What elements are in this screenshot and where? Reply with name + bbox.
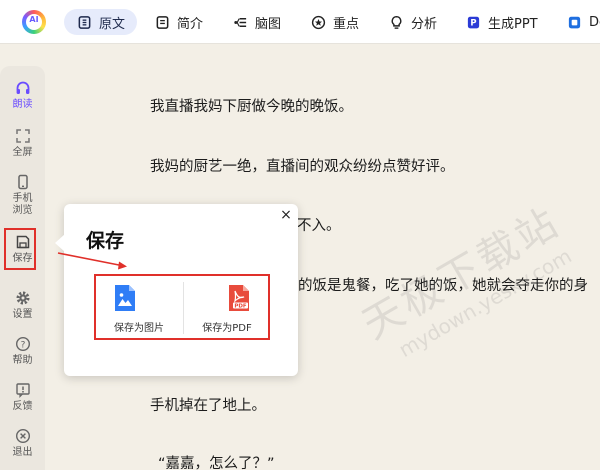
tab-analysis[interactable]: 分析 bbox=[388, 9, 437, 35]
paragraph: 不入。 bbox=[297, 218, 341, 234]
svg-text:PDF: PDF bbox=[234, 304, 247, 310]
tab-generate-ppt[interactable]: P 生成PPT bbox=[465, 9, 538, 35]
sidebar-label: 反馈 bbox=[12, 401, 33, 412]
fullscreen-icon bbox=[15, 128, 31, 144]
popup-title: 保存 bbox=[86, 230, 125, 252]
paragraph: 的饭是鬼餐，吃了她的饭，她就会夺走你的身 bbox=[298, 278, 588, 294]
tab-summary[interactable]: 简介 bbox=[154, 9, 203, 35]
option-label: 保存为图片 bbox=[114, 323, 164, 334]
tab-label: 脑图 bbox=[255, 16, 282, 32]
tab-label: 分析 bbox=[411, 16, 438, 32]
tab-label: 简介 bbox=[177, 16, 204, 32]
sidebar-label-line1: 手机 bbox=[12, 193, 33, 204]
svg-text:?: ? bbox=[20, 340, 25, 350]
sidebar-label: 设置 bbox=[12, 309, 33, 320]
paragraph: 我妈的厨艺一绝，直播间的观众纷纷点赞好评。 bbox=[150, 159, 455, 175]
tab-doc[interactable]: Do bbox=[566, 9, 600, 35]
star-icon bbox=[310, 14, 326, 30]
sidebar-item-fullscreen[interactable]: 全屏 bbox=[0, 128, 45, 159]
top-toolbar: AI 原文 简介 脑图 重点 分析 P 生成PPT Do bbox=[0, 0, 600, 44]
phone-icon bbox=[15, 174, 31, 190]
sidebar-item-phone-browse[interactable]: 手机 浏览 bbox=[0, 174, 45, 217]
image-file-icon bbox=[110, 283, 140, 313]
sidebar-label-line2: 浏览 bbox=[12, 205, 33, 216]
lightbulb-icon bbox=[388, 14, 404, 30]
doc-icon bbox=[566, 14, 582, 30]
help-icon: ? bbox=[15, 336, 31, 352]
tab-label: 重点 bbox=[333, 16, 360, 32]
watermark-line1: 天极下载站 bbox=[355, 198, 569, 349]
tab-keypoints[interactable]: 重点 bbox=[310, 9, 359, 35]
mindmap-icon bbox=[232, 14, 248, 30]
sidebar-label: 退出 bbox=[12, 447, 33, 458]
paragraph: 手机掉在了地上。 bbox=[150, 398, 266, 414]
headphones-icon bbox=[15, 80, 31, 96]
save-options: 保存为图片 PDF 保存为PDF bbox=[94, 274, 270, 340]
save-as-pdf-button[interactable]: PDF 保存为PDF bbox=[184, 276, 270, 338]
sidebar-label: 朗读 bbox=[12, 99, 33, 110]
tab-label: 原文 bbox=[99, 16, 126, 32]
tab-label: 生成PPT bbox=[488, 16, 538, 32]
save-highlight-box bbox=[4, 228, 36, 270]
ppt-icon: P bbox=[465, 14, 481, 30]
save-as-image-button[interactable]: 保存为图片 bbox=[96, 276, 182, 338]
logo-text: AI bbox=[29, 15, 39, 24]
paragraph: “嘉嘉，怎么了？” bbox=[158, 456, 275, 470]
sidebar-label: 帮助 bbox=[12, 355, 33, 366]
sidebar-item-feedback[interactable]: 反馈 bbox=[0, 382, 45, 413]
tab-label: Do bbox=[589, 14, 600, 30]
gear-icon bbox=[15, 290, 31, 306]
tab-mindmap[interactable]: 脑图 bbox=[232, 9, 281, 35]
close-button[interactable]: × bbox=[279, 208, 293, 222]
sidebar-item-exit[interactable]: 退出 bbox=[0, 428, 45, 459]
paragraph: 我直播我妈下厨做今晚的晚饭。 bbox=[150, 99, 353, 115]
svg-text:P: P bbox=[470, 17, 476, 27]
app-logo-icon[interactable]: AI bbox=[22, 10, 46, 34]
sidebar-item-help[interactable]: ? 帮助 bbox=[0, 336, 45, 367]
summary-icon bbox=[154, 14, 170, 30]
tab-original[interactable]: 原文 bbox=[64, 9, 138, 35]
feedback-icon bbox=[15, 382, 31, 398]
sidebar-item-read-aloud[interactable]: 朗读 bbox=[0, 80, 45, 111]
sidebar-label: 全屏 bbox=[12, 147, 33, 158]
pdf-file-icon: PDF bbox=[224, 283, 254, 313]
option-label: 保存为PDF bbox=[202, 323, 252, 334]
exit-icon bbox=[15, 428, 31, 444]
document-icon bbox=[76, 14, 92, 30]
popup-pointer bbox=[55, 234, 65, 252]
watermark-line2: mydown.yesky.com bbox=[394, 243, 576, 363]
sidebar-item-settings[interactable]: 设置 bbox=[0, 290, 45, 321]
